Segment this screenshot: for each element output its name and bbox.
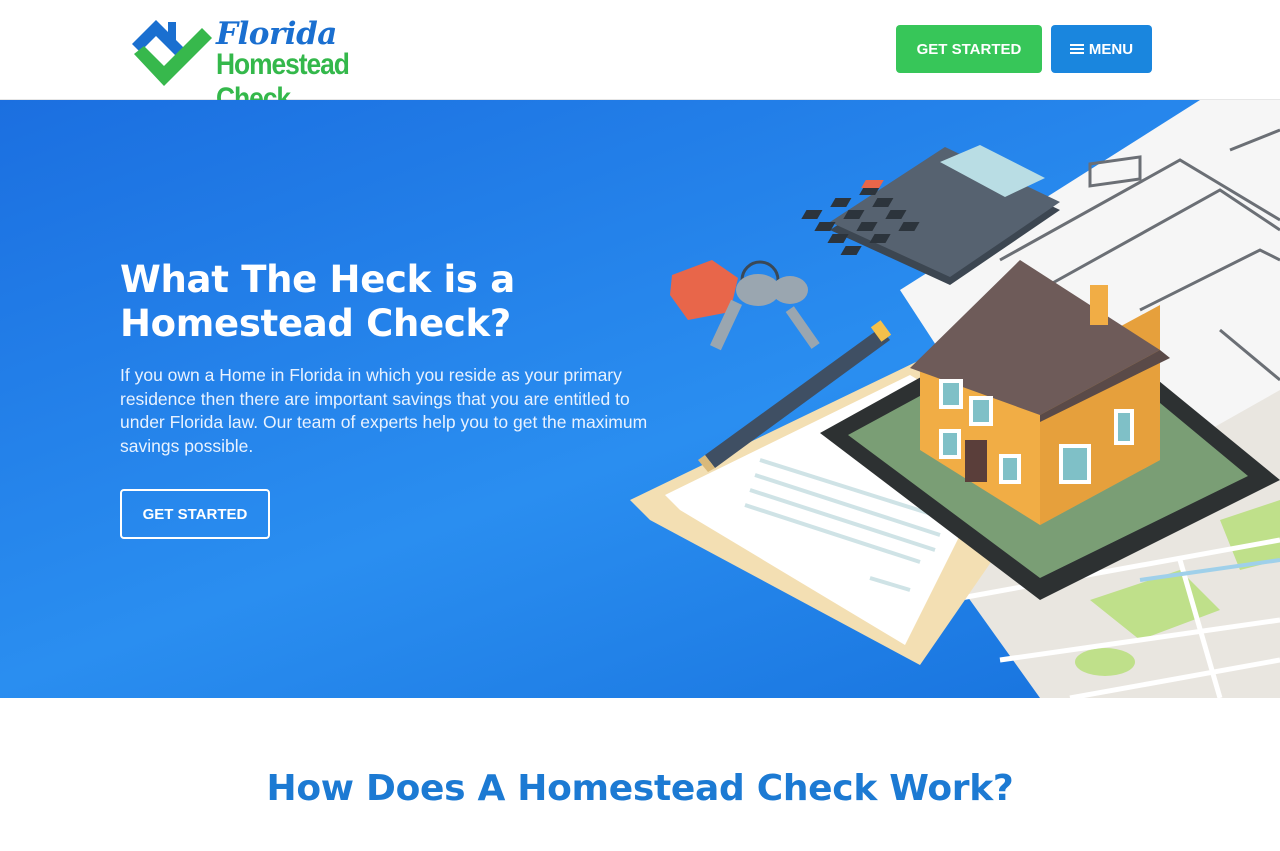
header-get-started-label: GET STARTED [916, 40, 1022, 58]
hero-description: If you own a Home in Florida in which yo… [120, 365, 648, 456]
hero-title: What The Heck is a Homestead Check? [120, 258, 515, 345]
house-checkmark-logo-icon [132, 20, 212, 86]
logo-text-florida: Florida [216, 16, 337, 52]
header-get-started-button[interactable]: GET STARTED [896, 25, 1042, 73]
hamburger-icon [1069, 42, 1084, 56]
menu-button[interactable]: MENU [1051, 25, 1152, 73]
site-header: Florida Homestead Check GET STARTED MENU [0, 0, 1280, 115]
site-logo[interactable]: Florida Homestead Check [128, 10, 438, 115]
hero-get-started-label: GET STARTED [142, 505, 248, 523]
section-title: How Does A Homestead Check Work? [266, 768, 1014, 809]
hero-get-started-button[interactable]: GET STARTED [120, 489, 270, 539]
menu-label: MENU [1088, 40, 1134, 58]
house-illustration [630, 100, 1280, 698]
hero-banner: What The Heck is a Homestead Check? If y… [0, 100, 1280, 698]
